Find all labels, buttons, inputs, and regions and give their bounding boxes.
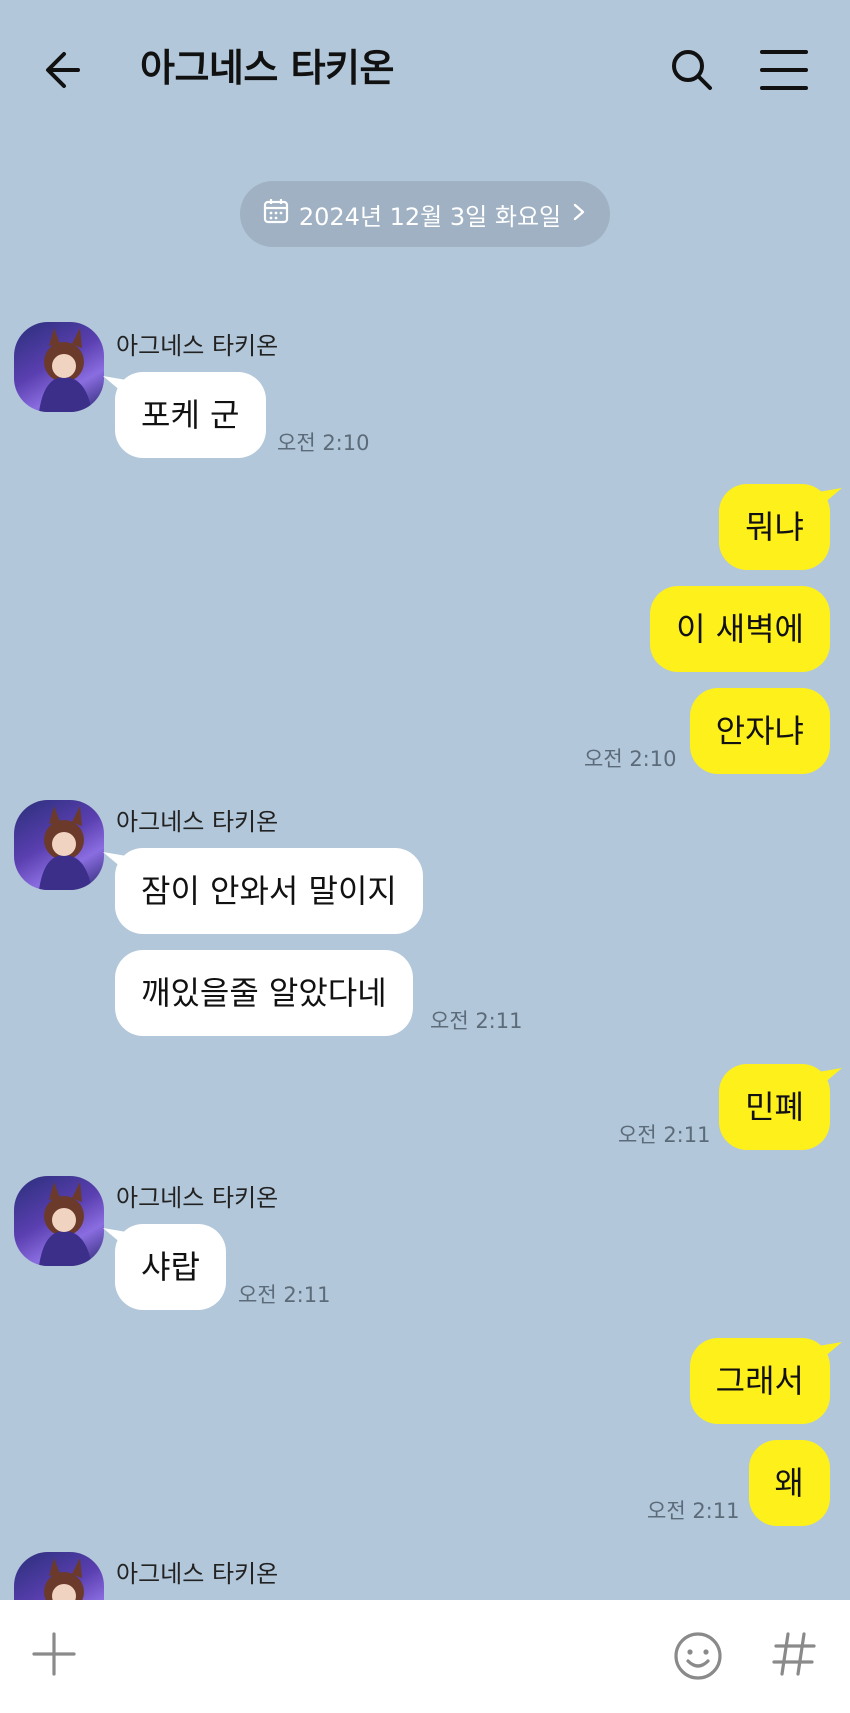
date-divider[interactable]: 2024년 12월 3일 화요일	[240, 181, 610, 247]
back-arrow-icon[interactable]	[40, 42, 96, 98]
sender-name: 아그네스 타키온	[116, 1184, 279, 1212]
plus-icon[interactable]	[28, 1628, 80, 1680]
message-time: 오전 2:11	[238, 1283, 331, 1307]
message-bubble[interactable]: 그래서	[689, 1338, 830, 1424]
message-bubble[interactable]: 깨있을줄 알았다네	[115, 950, 413, 1036]
sender-name: 아그네스 타키온	[116, 808, 279, 836]
date-label: 2024년 12월 3일 화요일	[298, 202, 562, 231]
message-time: 오전 2:11	[618, 1123, 711, 1147]
message-bubble[interactable]: 포케 군	[115, 372, 266, 458]
message-bubble[interactable]: 민폐	[719, 1064, 830, 1150]
page-title: 아그네스 타키온	[140, 46, 394, 90]
message-time: 오전 2:11	[430, 1009, 523, 1033]
hashtag-icon[interactable]	[768, 1628, 820, 1680]
message-time: 오전 2:10	[584, 747, 677, 771]
sender-name: 아그네스 타키온	[116, 1560, 279, 1588]
message-bubble[interactable]: 잠이 안와서 말이지	[115, 848, 423, 934]
avatar[interactable]	[14, 322, 104, 412]
message-bubble[interactable]: 왜	[748, 1440, 830, 1526]
sender-name: 아그네스 타키온	[116, 332, 279, 360]
message-bubble[interactable]: 안자냐	[689, 688, 830, 774]
message-bubble[interactable]: 샤랍	[115, 1224, 226, 1310]
avatar[interactable]	[14, 800, 104, 890]
calendar-icon	[263, 198, 289, 230]
chat-header	[0, 0, 850, 140]
search-icon[interactable]	[664, 42, 720, 98]
message-time: 오전 2:10	[277, 431, 370, 455]
chevron-right-icon	[571, 200, 587, 228]
menu-icon[interactable]	[756, 42, 812, 98]
message-bubble[interactable]: 뭐냐	[719, 484, 830, 570]
avatar[interactable]	[14, 1176, 104, 1266]
message-bubble[interactable]: 이 새벽에	[650, 586, 830, 672]
message-time: 오전 2:11	[647, 1499, 740, 1523]
emoji-icon[interactable]	[670, 1628, 726, 1684]
